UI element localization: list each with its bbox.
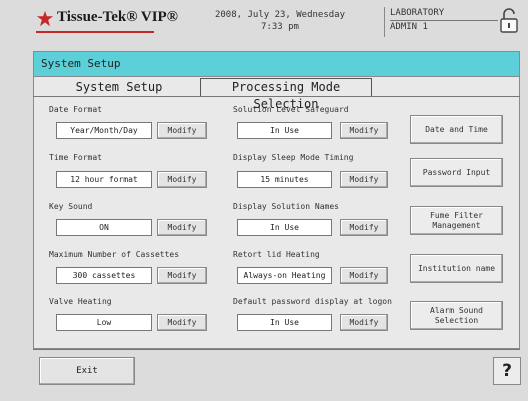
valve-heating-label: Valve Heating: [49, 297, 112, 306]
retort-lid-heating-value: Always-on Heating: [237, 267, 332, 284]
default-password-display-modify-button[interactable]: Modify: [340, 314, 388, 331]
password-input-button[interactable]: Password Input: [410, 158, 503, 187]
brand-star-icon: [36, 10, 54, 27]
valve-heating-value: Low: [56, 314, 152, 331]
header-datetime: 2008, July 23, Wednesday 7:33 pm: [196, 9, 364, 33]
solution-level-safeguard-label: Solution Level Safeguard: [233, 105, 349, 114]
solution-level-safeguard-value: In Use: [237, 122, 332, 139]
brand-logo: Tissue-Tek® VIP®: [57, 9, 178, 25]
max-cassettes-value: 300 cassettes: [56, 267, 152, 284]
display-sleep-mode-value: 15 minutes: [237, 171, 332, 188]
time-format-value: 12 hour format: [56, 171, 152, 188]
time-format-modify-button[interactable]: Modify: [157, 171, 207, 188]
tab-processing-mode-selection[interactable]: Processing Mode Selection: [200, 78, 372, 111]
solution-level-safeguard-modify-button[interactable]: Modify: [340, 122, 388, 139]
header-user: ADMIN 1: [390, 22, 428, 32]
default-password-display-label: Default password display at logon: [233, 297, 392, 306]
date-and-time-button[interactable]: Date and Time: [410, 115, 503, 144]
date-format-label: Date Format: [49, 105, 102, 114]
max-cassettes-label: Maximum Number of Cassettes: [49, 250, 180, 259]
institution-name-button[interactable]: Institution name: [410, 254, 503, 283]
key-sound-value: ON: [56, 219, 152, 236]
alarm-sound-selection-button[interactable]: Alarm Sound Selection: [410, 301, 503, 330]
key-sound-label: Key Sound: [49, 202, 93, 211]
time-format-label: Time Format: [49, 153, 102, 162]
display-sleep-mode-modify-button[interactable]: Modify: [340, 171, 388, 188]
header-time: 7:33 pm: [261, 22, 299, 32]
date-format-value: Year/Month/Day: [56, 122, 152, 139]
display-solution-names-label: Display Solution Names: [233, 202, 339, 211]
retort-lid-heating-modify-button[interactable]: Modify: [340, 267, 388, 284]
header-location: LABORATORY: [390, 7, 498, 21]
header-date: 2008, July 23, Wednesday: [214, 10, 346, 20]
fume-filter-management-button[interactable]: Fume Filter Management: [410, 206, 503, 235]
valve-heating-modify-button[interactable]: Modify: [157, 314, 207, 331]
key-sound-modify-button[interactable]: Modify: [157, 219, 207, 236]
exit-button[interactable]: Exit: [39, 357, 135, 385]
tab-system-setup[interactable]: System Setup: [40, 79, 198, 96]
display-solution-names-modify-button[interactable]: Modify: [340, 219, 388, 236]
brand-underline: [36, 31, 154, 33]
help-button[interactable]: ?: [493, 357, 521, 385]
max-cassettes-modify-button[interactable]: Modify: [157, 267, 207, 284]
retort-lid-heating-label: Retort lid Heating: [233, 250, 320, 259]
footer-divider: [33, 349, 520, 350]
display-sleep-mode-label: Display Sleep Mode Timing: [233, 153, 354, 162]
display-solution-names-value: In Use: [237, 219, 332, 236]
tab-divider: [33, 96, 520, 97]
window-title: System Setup: [33, 51, 520, 77]
default-password-display-value: In Use: [237, 314, 332, 331]
header-user-info: LABORATORY ADMIN 1: [390, 7, 498, 34]
header-separator: [384, 7, 385, 37]
lock-icon[interactable]: [499, 8, 519, 34]
date-format-modify-button[interactable]: Modify: [157, 122, 207, 139]
